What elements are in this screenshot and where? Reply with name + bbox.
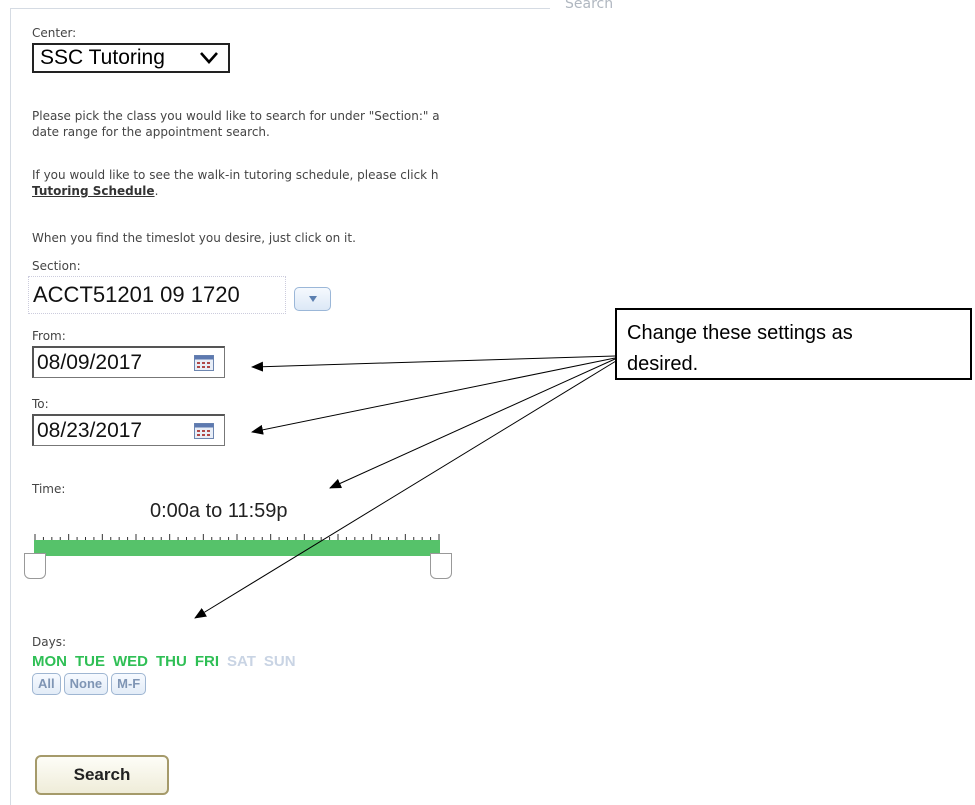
callout-box: Change these settings as desired. [615,308,972,380]
day-preset-buttons: All None M-F [32,673,147,695]
day-mon[interactable]: MON [32,653,67,670]
tutoring-schedule-link[interactable]: Tutoring Schedule [32,184,155,198]
to-date-input[interactable]: 08/23/2017 [32,414,225,446]
calendar-icon[interactable] [194,423,214,439]
section-label: Section: [32,259,81,273]
panel-border [10,8,11,805]
to-label: To: [32,397,49,411]
walkin-text: If you would like to see the walk-in tut… [32,168,439,198]
center-value: SSC Tutoring [40,46,165,69]
day-fri[interactable]: FRI [195,653,219,670]
section-value: ACCT51201 09 1720 [33,282,240,307]
arrow-to-to-date [251,357,616,435]
day-sat[interactable]: SAT [227,653,256,670]
time-slider-track[interactable] [34,540,440,556]
day-selector: MON TUE WED THU FRI SAT SUN [32,653,304,670]
day-tue[interactable]: TUE [75,653,105,670]
section-dropdown-button[interactable] [294,287,331,311]
arrow-to-days [194,360,617,619]
day-preset-none-button[interactable]: None [63,673,109,695]
chevron-down-icon [200,52,218,64]
from-label: From: [32,329,66,343]
time-slider-end-handle[interactable] [430,553,452,579]
time-label: Time: [32,482,66,496]
section-combobox[interactable]: ACCT51201 09 1720 [28,276,286,314]
day-sun[interactable]: SUN [264,653,296,670]
calendar-icon[interactable] [194,355,214,371]
time-slider-start-handle[interactable] [24,553,46,579]
arrow-to-time [329,358,616,489]
day-thu[interactable]: THU [156,653,187,670]
day-preset-all-button[interactable]: All [32,673,61,695]
time-range-text: 0:00a to 11:59p [150,500,288,522]
triangle-down-icon [308,296,317,302]
arrow-to-from-date [251,355,616,372]
from-date-input[interactable]: 08/09/2017 [32,346,225,378]
instructions-text: Please pick the class you would like to … [32,109,440,139]
search-button[interactable]: Search [35,755,169,795]
days-label: Days: [32,635,66,649]
panel-legend: Search [565,0,614,12]
day-preset-mf-button[interactable]: M-F [111,673,147,695]
from-date-value: 08/09/2017 [37,350,143,374]
center-label: Center: [32,26,77,40]
timeslot-hint: When you find the timeslot you desire, j… [32,231,356,245]
day-wed[interactable]: WED [113,653,148,670]
panel-top-border [10,8,550,9]
center-select[interactable]: SSC Tutoring [32,43,230,73]
to-date-value: 08/23/2017 [37,418,143,442]
